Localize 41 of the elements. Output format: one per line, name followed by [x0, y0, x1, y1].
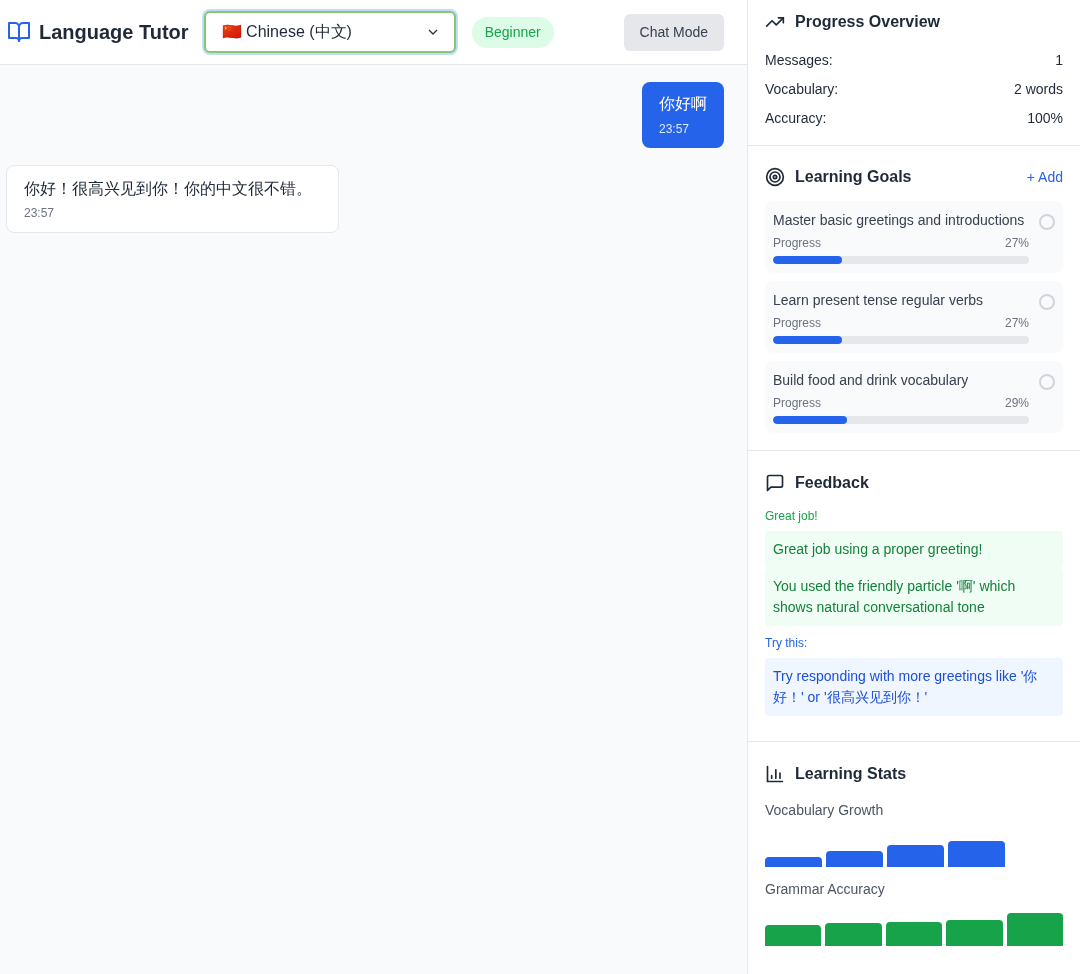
chart-label: Vocabulary Growth — [765, 801, 885, 820]
section-title: Progress Overview — [795, 12, 940, 32]
progress-percent: 29% — [1004, 395, 1029, 412]
goal-text: Master basic greetings and introductions — [773, 211, 1026, 230]
user-message-bubble: 你好啊 23:57 — [642, 82, 724, 148]
progress-percent: 27% — [1004, 235, 1029, 252]
feedback-note: Try responding with more greetings like '你好！' or '很高兴见到你！' — [765, 658, 1063, 716]
feedback-note: You used the friendly particle '啊' which shows natural conversational tone — [765, 568, 1063, 626]
stat-value: 2 words — [1013, 80, 1063, 99]
add-goal-button[interactable]: + Add — [1026, 166, 1063, 188]
section-title: Feedback — [795, 473, 869, 493]
progress-label: Progress — [773, 395, 822, 412]
progress-label: Progress — [773, 235, 822, 252]
stat-label: Accuracy: — [765, 109, 827, 128]
goal-text: Learn present tense regular verbs — [773, 291, 985, 310]
target-icon — [765, 167, 785, 187]
feedback-heading: Try this: — [765, 635, 809, 652]
chevron-down-icon — [427, 27, 438, 37]
bar-chart-icon — [765, 764, 785, 784]
chat-mode-button[interactable]: Chat Mode — [623, 13, 724, 51]
section-title: Learning Stats — [795, 764, 907, 784]
stat-value: 100% — [1027, 109, 1063, 128]
feedback-heading: Great job! — [765, 508, 819, 525]
speech-bubble-icon — [765, 473, 785, 493]
section-title: Learning Goals — [795, 167, 912, 187]
stat-value: 1 — [1055, 51, 1063, 70]
stat-label: Vocabulary: — [765, 80, 839, 99]
goal-checkbox[interactable] — [1039, 214, 1055, 230]
chart-label: Grammar Accuracy — [765, 880, 886, 899]
tutor-message-bubble: 你好！很高兴见到你！你的中文很不错。 23:57 — [6, 165, 339, 233]
app-title: Language Tutor — [39, 20, 189, 45]
goal-text: Build food and drink vocabulary — [773, 371, 970, 390]
level-badge: Beginner — [471, 16, 554, 48]
progress-percent: 27% — [1004, 315, 1029, 332]
language-select[interactable]: 🇨🇳 Chinese (中文) — [203, 11, 456, 53]
stat-label: Messages: — [765, 51, 833, 70]
feedback-note: Great job using a proper greeting! — [765, 531, 1063, 568]
goal-checkbox[interactable] — [1039, 374, 1055, 390]
progress-label: Progress — [773, 315, 822, 332]
goal-checkbox[interactable] — [1039, 294, 1055, 310]
book-icon — [6, 20, 32, 44]
